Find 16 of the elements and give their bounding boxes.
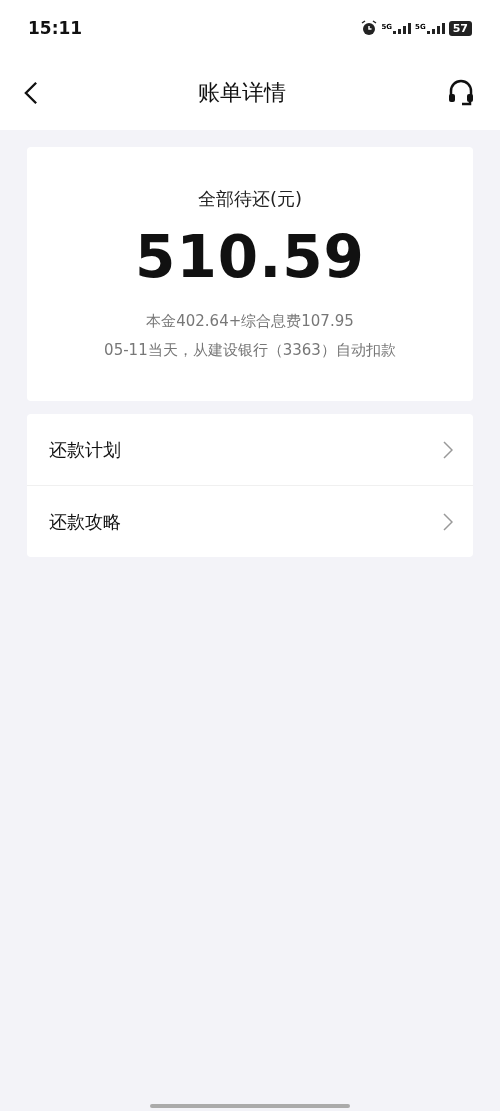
chevron-right-icon [443,440,453,459]
signal-icon [426,22,445,34]
amount-label: 全部待还(元) [197,187,302,211]
menu-item[interactable]: 还款攻略 [27,485,473,557]
auto-debit-note: 05-11当天，从建设银行（3363）自动扣款 [104,340,396,361]
signal-icon [393,22,412,34]
status-time: 15:11 [28,18,83,38]
page-title: 账单详情 [197,79,287,107]
amount-value: 510.59 [135,223,365,291]
customer-service-button[interactable] [446,78,476,108]
amount-breakdown: 本金402.64+综合息费107.95 [146,311,354,332]
alarm-clock-icon [361,20,378,36]
menu-item[interactable]: 还款计划 [27,414,473,485]
battery-level: 57 [448,20,472,36]
back-button[interactable] [24,81,38,105]
chevron-right-icon [443,512,453,531]
